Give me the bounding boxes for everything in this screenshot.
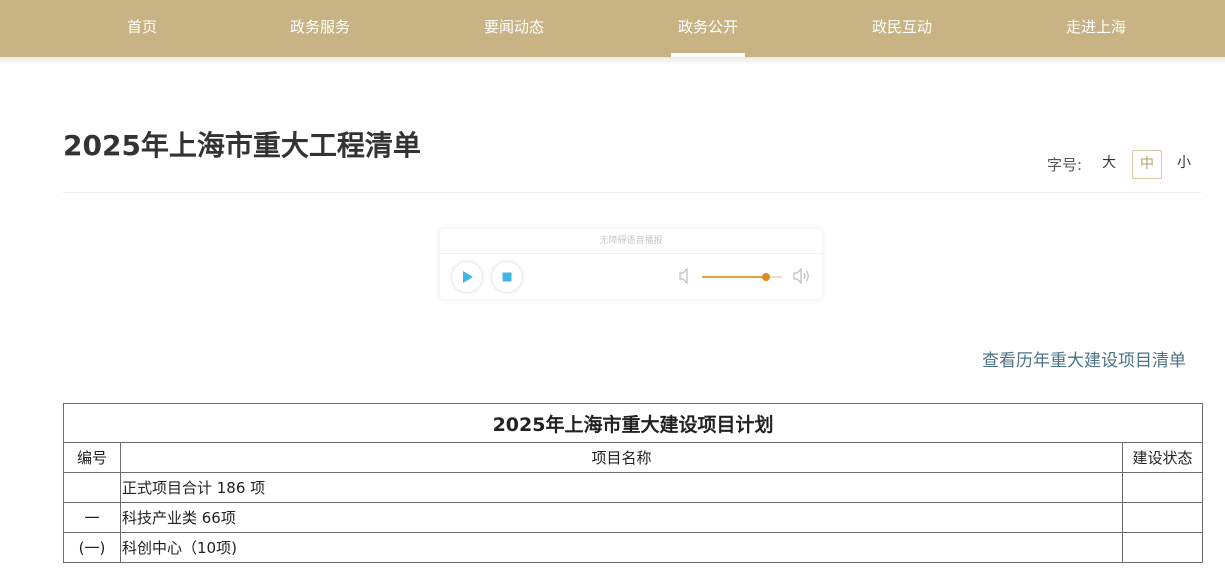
nav-shadow [0, 57, 1225, 65]
row-status [1121, 472, 1204, 503]
volume-high-icon[interactable] [792, 267, 814, 285]
top-nav: 首页 政务服务 要闻动态 政务公开 政民互动 走进上海 [0, 0, 1225, 57]
player-title: 无障碍语音播报 [440, 229, 822, 254]
header-number: 编号 [63, 442, 121, 473]
row-number: 一 [63, 502, 121, 533]
row-status [1121, 532, 1204, 563]
font-size-medium-button[interactable]: 中 [1132, 150, 1162, 179]
header-build-status: 建设状态 [1121, 442, 1204, 473]
header-project-name: 项目名称 [120, 442, 1123, 473]
nav-item-interaction[interactable]: 政民互动 [862, 0, 942, 57]
row-status [1121, 502, 1204, 533]
table-row: (一) 科创中心（10项) [63, 532, 1204, 563]
volume-fill [702, 276, 766, 278]
history-projects-link[interactable]: 查看历年重大建设项目清单 [982, 346, 1186, 371]
volume-low-icon[interactable] [678, 267, 694, 285]
nav-item-news[interactable]: 要闻动态 [474, 0, 554, 57]
play-button[interactable] [452, 262, 482, 292]
page-title: 2025年上海市重大工程清单 [63, 129, 421, 162]
nav-item-about-shanghai[interactable]: 走进上海 [1056, 0, 1136, 57]
row-number: (一) [63, 532, 121, 563]
row-number [63, 472, 121, 503]
table-caption-row: 2025年上海市重大建设项目计划 [62, 403, 1204, 443]
table-caption: 2025年上海市重大建设项目计划 [62, 403, 1204, 443]
row-project-name: 科创中心（10项) [120, 532, 1123, 563]
font-size-label: 字号: [1047, 156, 1083, 174]
play-icon [463, 271, 473, 283]
nav-item-gov-open[interactable]: 政务公开 [671, 0, 745, 57]
table-header-row: 编号 项目名称 建设状态 [63, 442, 1204, 473]
row-project-name: 科技产业类 66项 [120, 502, 1123, 533]
table-row: 正式项目合计 186 项 [63, 472, 1204, 503]
title-divider [63, 192, 1201, 193]
nav-item-services[interactable]: 政务服务 [280, 0, 360, 57]
row-project-name: 正式项目合计 186 项 [120, 472, 1123, 503]
audio-player: 无障碍语音播报 [440, 229, 822, 299]
nav-item-home[interactable]: 首页 [110, 0, 174, 57]
volume-slider[interactable] [702, 273, 782, 281]
project-plan-table: 2025年上海市重大建设项目计划 编号 项目名称 建设状态 正式项目合计 186… [62, 403, 1204, 563]
table-row: 一 科技产业类 66项 [63, 502, 1204, 533]
font-size-large-button[interactable]: 大 [1095, 150, 1123, 177]
stop-button[interactable] [492, 262, 522, 292]
stop-icon [502, 272, 512, 282]
font-size-small-button[interactable]: 小 [1170, 150, 1198, 177]
volume-knob[interactable] [762, 273, 770, 281]
